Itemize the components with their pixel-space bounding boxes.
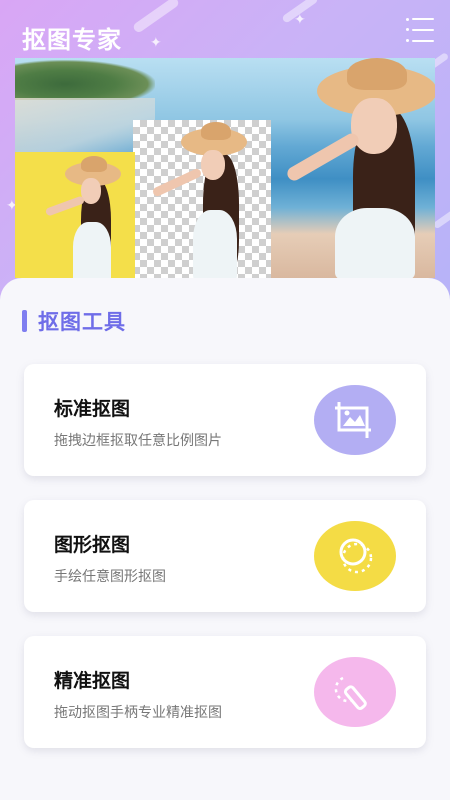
- app-header: ✦ ✦ ✦ 抠图专家: [0, 0, 450, 320]
- section-accent-bar: [22, 310, 27, 332]
- tool-card-subtitle: 拖拽边框抠取任意比例图片: [54, 433, 222, 449]
- precision-brush-icon: [314, 657, 396, 727]
- hero-banner-image: [15, 58, 435, 278]
- section-header: 抠图工具: [22, 306, 126, 336]
- cutout-person-transparent: [145, 122, 265, 278]
- island-scenery: [15, 60, 155, 100]
- tool-card-shape-cutout[interactable]: 图形抠图 手绘任意图形抠图: [24, 500, 426, 612]
- tool-card-subtitle: 手绘任意图形抠图: [54, 569, 166, 585]
- original-person-beach: [277, 58, 435, 278]
- app-title: 抠图专家: [22, 26, 122, 54]
- cutout-person-yellow: [35, 156, 135, 278]
- tool-card-title: 精准抠图: [54, 670, 131, 692]
- tool-card-precision-cutout[interactable]: 精准抠图 拖动抠图手柄专业精准抠图: [24, 636, 426, 748]
- tool-card-title: 标准抠图: [54, 398, 131, 420]
- tool-card-subtitle: 拖动抠图手柄专业精准抠图: [54, 705, 222, 721]
- decoration-streak: [432, 207, 450, 230]
- decoration-streak: [131, 0, 181, 35]
- section-title: 抠图工具: [38, 310, 126, 334]
- lasso-shape-icon: [314, 521, 396, 591]
- sparkle-icon: ✦: [294, 12, 306, 28]
- tools-panel: 抠图工具 标准抠图 拖拽边框抠取任意比例图片 图形抠图 手绘任意图形抠图 精准抠…: [0, 278, 450, 800]
- sparkle-icon: ✦: [150, 35, 162, 51]
- menu-list-icon[interactable]: [406, 18, 434, 42]
- image-crop-icon: [314, 385, 396, 455]
- tool-card-standard-cutout[interactable]: 标准抠图 拖拽边框抠取任意比例图片: [24, 364, 426, 476]
- tool-card-title: 图形抠图: [54, 534, 131, 556]
